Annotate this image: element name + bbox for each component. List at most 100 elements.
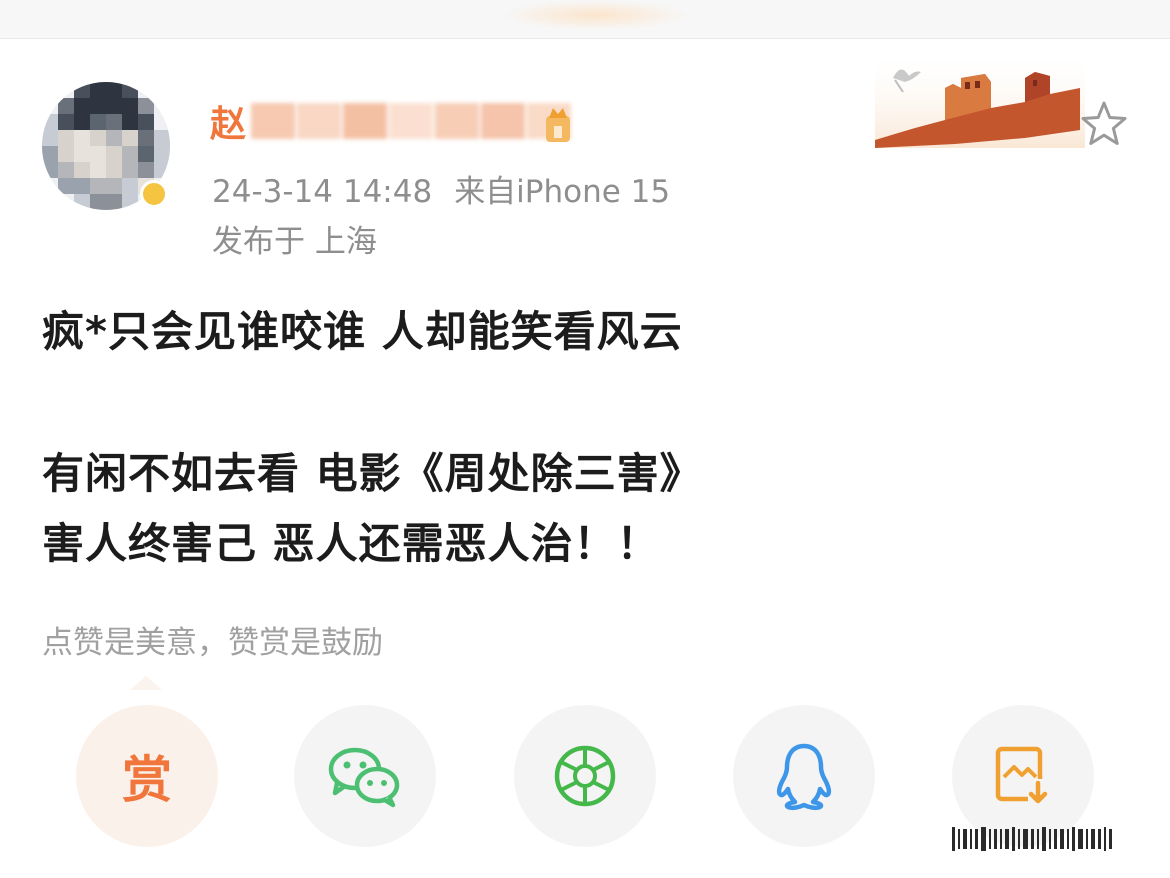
qq-icon (776, 743, 832, 811)
watermark-bar (1060, 829, 1064, 849)
share-qq-button[interactable] (733, 705, 875, 847)
post-content-line-2: 有闲不如去看 电影《周处除三害》 (42, 449, 703, 498)
verified-badge-icon (140, 180, 168, 208)
avatar-mosaic-cell (58, 114, 74, 130)
watermark-bar (975, 829, 978, 849)
avatar-mosaic-cell (90, 146, 106, 162)
avatar-mosaic-cell (58, 194, 74, 210)
avatar-mosaic-cell (74, 146, 90, 162)
avatar-mosaic-cell (74, 194, 90, 210)
avatar-mosaic-cell (106, 146, 122, 162)
username[interactable]: 赵 (210, 96, 573, 146)
avatar-mosaic-cell (106, 114, 122, 130)
username-blur-block (435, 103, 480, 139)
avatar-mosaic-cell (74, 162, 90, 178)
share-wechat-button[interactable] (294, 705, 436, 847)
avatar-mosaic-cell (122, 146, 138, 162)
reward-pointer (130, 676, 162, 690)
watermark-bar (994, 829, 997, 849)
avatar-mosaic-cell (138, 146, 154, 162)
reward-button[interactable]: 赏 (76, 705, 218, 847)
avatar-mosaic-cell (154, 82, 170, 98)
avatar-mosaic-cell (90, 98, 106, 114)
avatar-mosaic-cell (138, 114, 154, 130)
avatar-mosaic-cell (122, 178, 138, 194)
avatar-mosaic-cell (74, 130, 90, 146)
avatar-mosaic-cell (58, 146, 74, 162)
watermark-bar (1067, 829, 1069, 849)
watermark-bar (1086, 829, 1088, 849)
avatar-mosaic-cell (154, 98, 170, 114)
username-blur-block (297, 103, 342, 139)
avatar-mosaic-cell (122, 194, 138, 210)
avatar-mosaic-cell (42, 146, 58, 162)
avatar-mosaic-cell (122, 98, 138, 114)
watermark-bar (1037, 829, 1039, 849)
top-bar-decoration (500, 0, 690, 30)
watermark-bar (1023, 829, 1028, 849)
favorite-star-icon[interactable] (1078, 98, 1130, 150)
avatar-mosaic-cell (42, 162, 58, 178)
watermark-bar (1109, 829, 1112, 849)
watermark-bar (1104, 827, 1106, 851)
avatar-mosaic-cell (106, 130, 122, 146)
avatar-mosaic-cell (90, 130, 106, 146)
avatar-mosaic-cell (154, 162, 170, 178)
avatar-mosaic-cell (58, 82, 74, 98)
avatar-mosaic-cell (122, 82, 138, 98)
avatar-mosaic-cell (42, 114, 58, 130)
avatar-mosaic-cell (122, 130, 138, 146)
avatar-mosaic-cell (138, 162, 154, 178)
avatar-mosaic-cell (122, 162, 138, 178)
avatar-mosaic-cell (42, 98, 58, 114)
watermark-bar (952, 827, 955, 851)
watermark-bar (1054, 829, 1057, 849)
avatar-mosaic-cell (74, 98, 90, 114)
post-content-line-1: 疯*只会见谁咬谁 人却能笑看风云 (42, 307, 683, 356)
watermark-bar (1091, 829, 1095, 849)
moments-icon (554, 745, 616, 807)
avatar-mosaic-cell (138, 98, 154, 114)
watermark-logo (952, 827, 1112, 851)
post-meta: 24-3-14 14:48 来自iPhone 15 (212, 166, 670, 211)
top-bar (0, 0, 1170, 39)
post-content-line-3: 害人终害己 恶人还需恶人治！！ (42, 519, 660, 568)
avatar-mosaic-cell (106, 178, 122, 194)
watermark-bar (981, 827, 986, 851)
avatar-mosaic-cell (74, 114, 90, 130)
watermark-bar (1018, 829, 1020, 849)
avatar-mosaic-cell (90, 178, 106, 194)
watermark-bar (958, 829, 960, 849)
username-blur-block (481, 103, 526, 139)
avatar-mosaic-cell (106, 98, 122, 114)
watermark-bar (1049, 829, 1051, 849)
post-timestamp: 24-3-14 14:48 (212, 174, 433, 210)
username-visible-char: 赵 (210, 104, 248, 145)
watermark-bar (1000, 829, 1002, 849)
avatar-mosaic-cell (138, 130, 154, 146)
avatar-mosaic-cell (106, 82, 122, 98)
watermark-bar (1072, 827, 1075, 851)
avatar-mosaic-cell (58, 162, 74, 178)
avatar-mosaic-cell (154, 114, 170, 130)
username-blur-block (343, 103, 388, 139)
save-image-icon (995, 746, 1048, 805)
share-moments-button[interactable] (514, 705, 656, 847)
watermark-bar (989, 829, 991, 849)
post-detail-page: 赵 24-3-14 14:48 来自iPhone 15 发布于 上海 疯*只会见谁 (0, 0, 1170, 878)
avatar-mosaic-cell (154, 146, 170, 162)
post-source: 来自iPhone 15 (454, 174, 671, 210)
avatar-mosaic-cell (90, 82, 106, 98)
avatar-mosaic-cell (90, 194, 106, 210)
avatar-mosaic-cell (74, 178, 90, 194)
avatar-mosaic-cell (106, 162, 122, 178)
avatar-mosaic-cell (90, 114, 106, 130)
avatar-mosaic-cell (58, 98, 74, 114)
username-blur-block (251, 103, 296, 139)
watermark-bar (1098, 829, 1101, 849)
watermark-bar (963, 829, 967, 849)
reward-icon: 赏 (122, 751, 172, 809)
avatar-mosaic-cell (42, 194, 58, 210)
avatar-mosaic-cell (42, 178, 58, 194)
wechat-icon (328, 747, 400, 808)
